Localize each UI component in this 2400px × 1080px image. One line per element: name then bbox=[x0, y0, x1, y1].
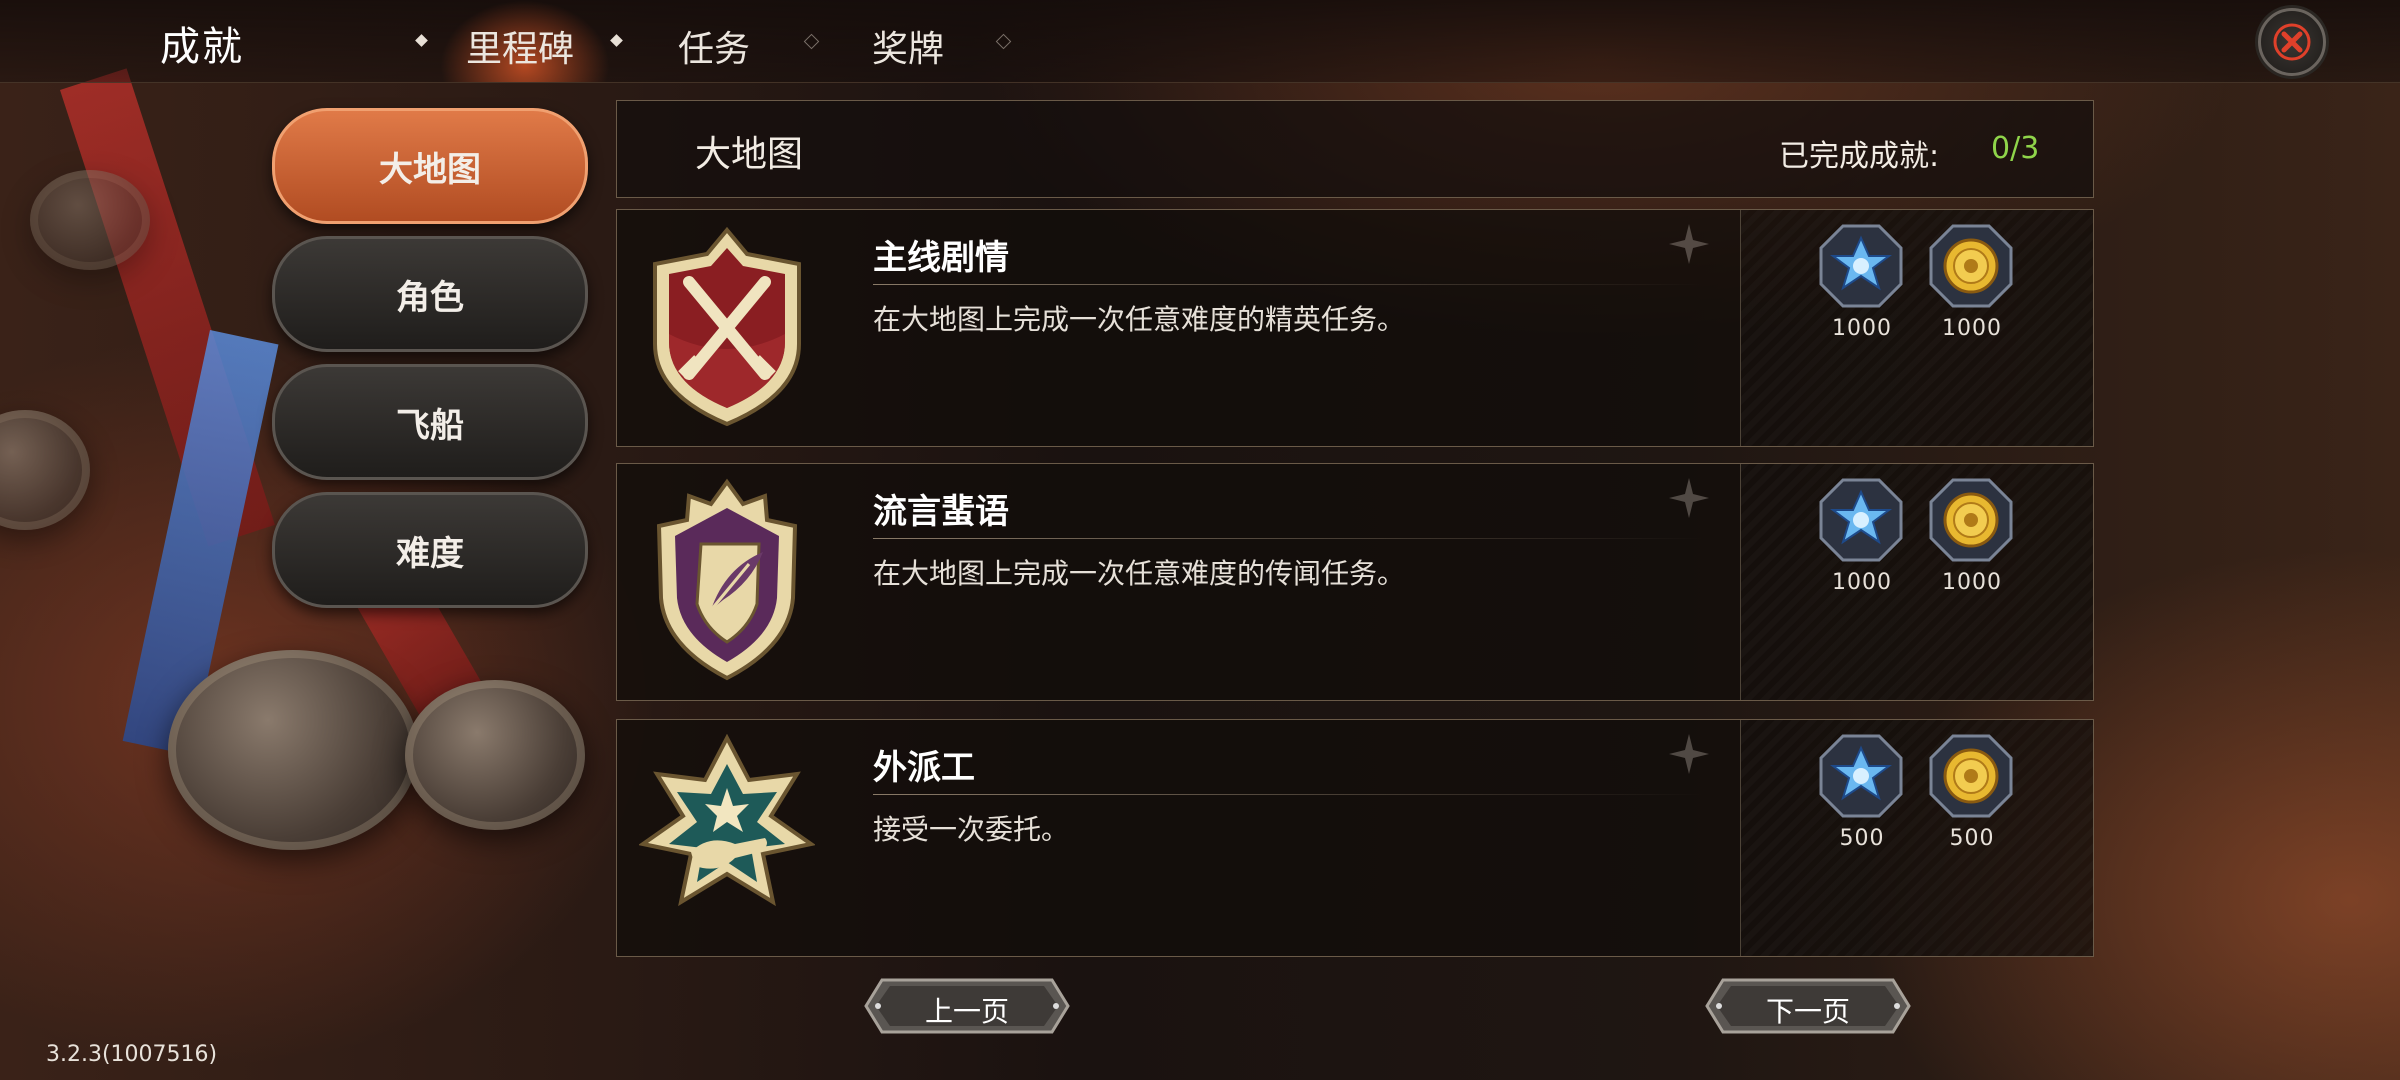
next-page-button[interactable]: 下一页 bbox=[1705, 978, 1911, 1034]
prev-page-label: 上一页 bbox=[924, 995, 1009, 1028]
version-text: 3.2.3(1007516) bbox=[46, 1042, 218, 1067]
top-bar: 成就 里程碑 任务 奖牌 bbox=[0, 0, 2400, 83]
achievement-name: 流言蜚语 bbox=[873, 492, 1009, 532]
achievement-description: 在大地图上完成一次任意难度的传闻任务。 bbox=[873, 557, 1406, 590]
sidebar-item-difficulty[interactable]: 难度 bbox=[272, 492, 588, 608]
completed-label: 已完成成就: bbox=[1779, 139, 1940, 174]
gold-coin-icon bbox=[1929, 224, 2013, 308]
gold-coin-icon bbox=[1929, 478, 2013, 562]
panel-header: 大地图 已完成成就: 0/3 bbox=[616, 100, 2094, 198]
tab-milestone[interactable]: 里程碑 bbox=[466, 20, 574, 72]
sidebar-item-label: 难度 bbox=[396, 533, 464, 574]
achievement-card[interactable]: 外派工 接受一次委托。 500 500 bbox=[616, 719, 2094, 957]
reward-item[interactable]: 1000 bbox=[1929, 224, 2015, 341]
sparkle-icon bbox=[1669, 734, 1709, 774]
hand-star-icon bbox=[639, 734, 815, 907]
reward-item[interactable]: 1000 bbox=[1819, 478, 1905, 595]
tab-tasks[interactable]: 任务 bbox=[678, 20, 750, 72]
sidebar-item-airship[interactable]: 飞船 bbox=[272, 364, 588, 480]
reward-item[interactable]: 1000 bbox=[1929, 478, 2015, 595]
divider bbox=[873, 284, 1703, 285]
achievement-name: 外派工 bbox=[873, 748, 975, 788]
reward-item[interactable]: 500 bbox=[1819, 734, 1905, 851]
tab-separator-diamond bbox=[995, 33, 1012, 50]
page-title: 成就 bbox=[160, 24, 244, 70]
reward-amount: 1000 bbox=[1942, 570, 2002, 595]
blue-crystal-icon bbox=[1819, 478, 1903, 562]
sparkle-icon bbox=[1669, 224, 1709, 264]
sidebar-item-label: 大地图 bbox=[379, 149, 481, 190]
reward-amount: 1000 bbox=[1942, 316, 2002, 341]
divider bbox=[873, 794, 1703, 795]
sidebar-item-label: 角色 bbox=[396, 277, 464, 318]
reward-amount: 500 bbox=[1839, 826, 1885, 851]
gold-coin-icon bbox=[1929, 734, 2013, 818]
next-page-label: 下一页 bbox=[1765, 995, 1850, 1028]
sidebar-item-characters[interactable]: 角色 bbox=[272, 236, 588, 352]
panel-title: 大地图 bbox=[695, 134, 804, 175]
reward-item[interactable]: 1000 bbox=[1819, 224, 1905, 341]
close-button[interactable] bbox=[2258, 8, 2326, 76]
achievement-name: 主线剧情 bbox=[873, 238, 1009, 278]
reward-amount: 500 bbox=[1949, 826, 1995, 851]
prev-page-button[interactable]: 上一页 bbox=[864, 978, 1070, 1034]
sidebar-item-world-map[interactable]: 大地图 bbox=[272, 108, 588, 224]
feather-shield-icon bbox=[656, 478, 798, 681]
achievement-description: 接受一次委托。 bbox=[873, 813, 1070, 846]
tab-separator-diamond bbox=[415, 34, 428, 47]
tab-separator-diamond bbox=[803, 33, 820, 50]
achievement-description: 在大地图上完成一次任意难度的精英任务。 bbox=[873, 303, 1406, 336]
sidebar-item-label: 飞船 bbox=[396, 405, 464, 446]
completed-count: 0/3 bbox=[1991, 131, 2040, 166]
divider bbox=[873, 538, 1703, 539]
tab-medals[interactable]: 奖牌 bbox=[872, 20, 944, 72]
achievement-card[interactable]: 主线剧情 在大地图上完成一次任意难度的精英任务。 1000 1000 bbox=[616, 209, 2094, 447]
achievement-card[interactable]: 流言蜚语 在大地图上完成一次任意难度的传闻任务。 1000 1000 bbox=[616, 463, 2094, 701]
tab-separator-diamond bbox=[610, 34, 623, 47]
blue-crystal-icon bbox=[1819, 224, 1903, 308]
blue-crystal-icon bbox=[1819, 734, 1903, 818]
crossed-swords-shield-icon bbox=[653, 226, 801, 427]
sparkle-icon bbox=[1669, 478, 1709, 518]
close-x-icon bbox=[2273, 23, 2311, 61]
reward-item[interactable]: 500 bbox=[1929, 734, 2015, 851]
reward-amount: 1000 bbox=[1832, 316, 1892, 341]
reward-amount: 1000 bbox=[1832, 570, 1892, 595]
